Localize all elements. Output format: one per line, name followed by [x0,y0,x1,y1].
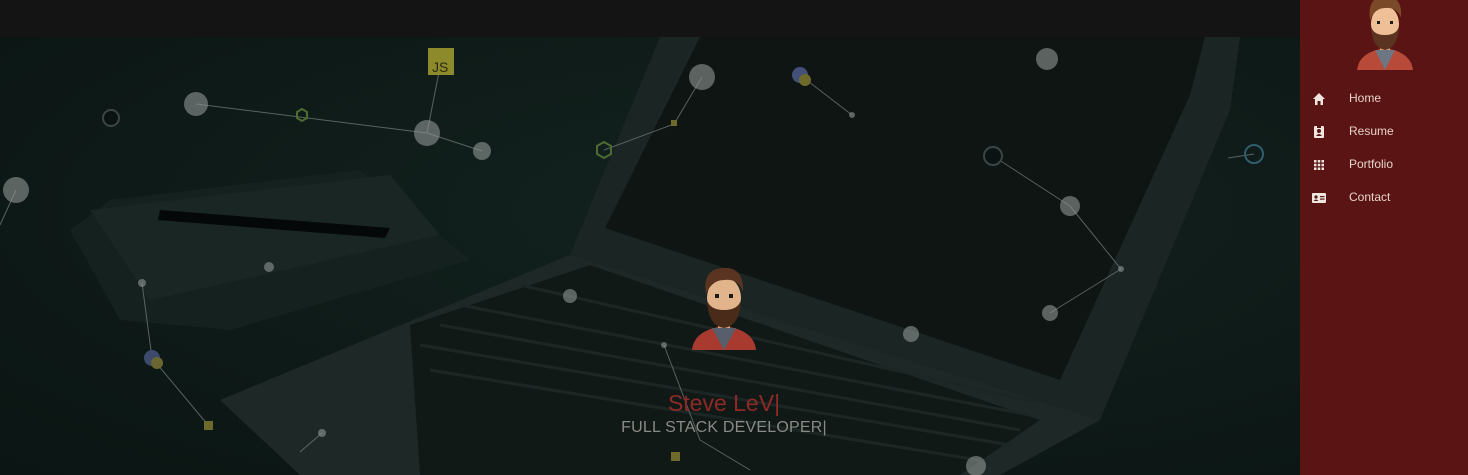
small-js-icon [671,120,677,126]
nodejs-icon [296,107,308,123]
grid-icon [1314,160,1324,170]
profile-title: FULL STACK DEVELOPER| [621,419,827,436]
sidebar-nav: Home Resume Portfolio Contact [1300,83,1468,215]
python-icon-accent [799,74,811,86]
home-icon [1313,93,1325,105]
contact-card-icon [1312,193,1326,203]
github-icon [102,109,120,127]
sidebar-item-contact[interactable]: Contact [1300,182,1468,215]
sidebar-item-label: Resume [1349,124,1394,138]
sidebar-item-home[interactable]: Home [1300,83,1468,116]
sidebar-item-label: Portfolio [1349,157,1394,171]
top-bar [0,0,1300,37]
sidebar: Home Resume Portfolio Contact [1300,0,1468,475]
sidebar-item-label: Home [1349,91,1382,105]
profile-avatar [692,267,756,350]
sidebar-item-portfolio[interactable]: Portfolio [1300,149,1468,182]
badge-icon [1314,125,1324,138]
js-icon-label: JS [432,59,448,75]
small-js-icon [671,452,680,461]
profile-name: Steve LeV| [667,390,781,416]
sidebar-avatar [1357,0,1413,70]
python-icon-accent [151,357,163,369]
sidebar-item-resume[interactable]: Resume [1300,116,1468,149]
sidebar-item-label: Contact [1349,190,1391,204]
github-icon [983,146,1003,166]
